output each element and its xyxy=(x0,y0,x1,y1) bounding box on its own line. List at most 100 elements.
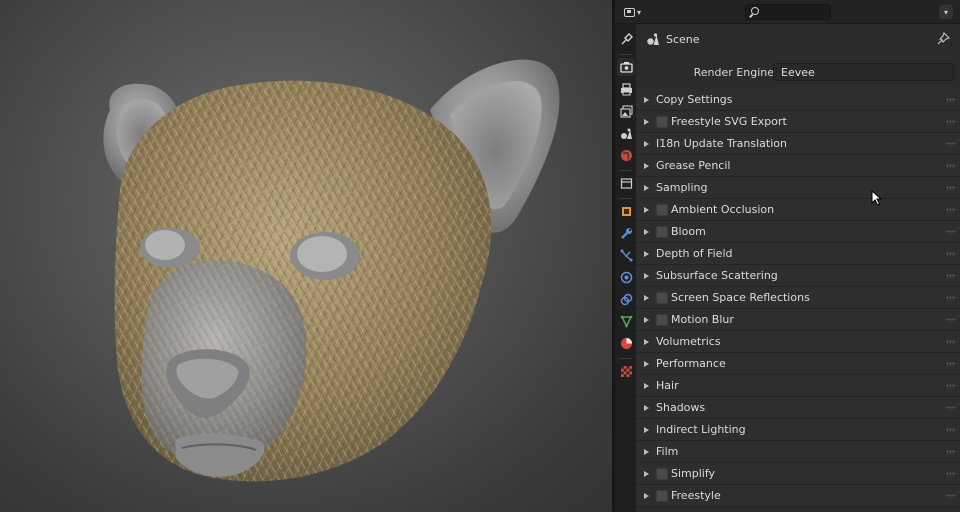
disclosure-triangle-icon[interactable] xyxy=(644,339,649,345)
view-layer-tab[interactable] xyxy=(617,102,635,120)
panel-label: Freestyle xyxy=(671,489,721,502)
drag-grip-icon[interactable] xyxy=(946,120,956,124)
disclosure-triangle-icon[interactable] xyxy=(644,361,649,367)
data-tab[interactable] xyxy=(617,312,635,330)
panel-label: Copy Settings xyxy=(656,93,733,106)
render-engine-select[interactable]: Eevee xyxy=(773,63,954,208)
disclosure-triangle-icon[interactable] xyxy=(644,427,649,433)
panel-header[interactable]: Ambient Occlusion xyxy=(636,199,960,221)
panel-label: Freestyle SVG Export xyxy=(671,115,787,128)
panel-header[interactable]: Sampling xyxy=(636,177,960,199)
disclosure-triangle-icon[interactable] xyxy=(644,471,649,477)
tab-separator xyxy=(619,358,632,359)
drag-grip-icon[interactable] xyxy=(946,428,956,432)
disclosure-triangle-icon[interactable] xyxy=(644,317,649,323)
output-tab[interactable] xyxy=(617,80,635,98)
drag-grip-icon[interactable] xyxy=(946,164,956,168)
panel-enable-checkbox[interactable] xyxy=(656,468,668,480)
panel-header[interactable]: Bloom xyxy=(636,221,960,243)
panel-header[interactable]: Volumetrics xyxy=(636,331,960,353)
panel-enable-checkbox[interactable] xyxy=(656,314,668,326)
drag-grip-icon[interactable] xyxy=(946,318,956,322)
drag-grip-icon[interactable] xyxy=(946,98,956,102)
texture-tab[interactable] xyxy=(617,362,635,380)
drag-grip-icon[interactable] xyxy=(946,472,956,476)
panel-header[interactable]: Hair xyxy=(636,375,960,397)
disclosure-triangle-icon[interactable] xyxy=(644,449,649,455)
panel-label: Grease Pencil xyxy=(656,159,731,172)
disclosure-triangle-icon[interactable] xyxy=(644,207,649,213)
panel-header[interactable]: Screen Space Reflections xyxy=(636,287,960,309)
panel-enable-checkbox[interactable] xyxy=(656,226,668,238)
disclosure-triangle-icon[interactable] xyxy=(644,405,649,411)
panel-header[interactable]: Shadows xyxy=(636,397,960,419)
disclosure-triangle-icon[interactable] xyxy=(644,185,649,191)
drag-grip-icon[interactable] xyxy=(946,296,956,300)
modifiers-tab[interactable] xyxy=(617,224,635,242)
disclosure-triangle-icon[interactable] xyxy=(644,141,649,147)
render-tab[interactable] xyxy=(617,58,635,76)
drag-grip-icon[interactable] xyxy=(946,384,956,388)
collection-tab[interactable] xyxy=(617,174,635,192)
material-tab[interactable] xyxy=(617,334,635,352)
editor-type-dropdown[interactable]: ▾ xyxy=(621,4,647,20)
panel-header[interactable]: Depth of Field xyxy=(636,243,960,265)
options-dropdown-button[interactable]: ▾ xyxy=(939,5,953,19)
drag-grip-icon[interactable] xyxy=(946,362,956,366)
tool-icon xyxy=(621,32,633,44)
3d-viewport[interactable] xyxy=(0,0,612,512)
object-tab[interactable] xyxy=(617,202,635,220)
drag-grip-icon[interactable] xyxy=(946,340,956,344)
panel-header[interactable]: Grease Pencil xyxy=(636,155,960,177)
disclosure-triangle-icon[interactable] xyxy=(644,163,649,169)
panel-enable-checkbox[interactable] xyxy=(656,490,668,502)
drag-grip-icon[interactable] xyxy=(946,274,956,278)
disclosure-triangle-icon[interactable] xyxy=(644,119,649,125)
panel-header[interactable]: Indirect Lighting xyxy=(636,419,960,441)
chevron-down-icon: ▾ xyxy=(637,7,642,17)
constraints-tab[interactable] xyxy=(617,290,635,308)
panel-label: Volumetrics xyxy=(656,335,721,348)
search-input[interactable] xyxy=(764,6,828,18)
disclosure-triangle-icon[interactable] xyxy=(644,97,649,103)
render-engine-row: Render Engine Eevee xyxy=(636,62,960,208)
panel-enable-checkbox[interactable] xyxy=(656,204,668,216)
disclosure-triangle-icon[interactable] xyxy=(644,295,649,301)
drag-grip-icon[interactable] xyxy=(946,252,956,256)
world-tab[interactable] xyxy=(617,146,635,164)
properties-tabs xyxy=(615,24,636,512)
drag-grip-icon[interactable] xyxy=(946,494,956,498)
drag-grip-icon[interactable] xyxy=(946,406,956,410)
drag-grip-icon[interactable] xyxy=(946,208,956,212)
search-field[interactable] xyxy=(745,4,831,20)
drag-grip-icon[interactable] xyxy=(946,186,956,190)
panel-header[interactable]: Film xyxy=(636,441,960,463)
material-icon xyxy=(620,337,632,349)
panel-header[interactable]: Motion Blur xyxy=(636,309,960,331)
panel-header[interactable]: Copy Settings xyxy=(636,89,960,111)
search-icon xyxy=(751,7,759,15)
panel-header[interactable]: I18n Update Translation xyxy=(636,133,960,155)
panel-enable-checkbox[interactable] xyxy=(656,116,668,128)
panel-header[interactable]: Simplify xyxy=(636,463,960,485)
drag-grip-icon[interactable] xyxy=(946,230,956,234)
disclosure-triangle-icon[interactable] xyxy=(644,229,649,235)
disclosure-triangle-icon[interactable] xyxy=(644,251,649,257)
panel-header[interactable]: Freestyle SVG Export xyxy=(636,111,960,133)
drag-grip-icon[interactable] xyxy=(946,450,956,454)
panel-enable-checkbox[interactable] xyxy=(656,292,668,304)
panel-header[interactable]: Subsurface Scattering xyxy=(636,265,960,287)
scene-tab[interactable] xyxy=(617,124,635,142)
scene-icon xyxy=(647,33,659,45)
wrench-icon xyxy=(620,227,632,239)
panel-header[interactable]: Performance xyxy=(636,353,960,375)
disclosure-triangle-icon[interactable] xyxy=(644,493,649,499)
pin-icon[interactable] xyxy=(936,32,950,46)
physics-tab[interactable] xyxy=(617,268,635,286)
particles-tab[interactable] xyxy=(617,246,635,264)
panel-header[interactable]: Freestyle xyxy=(636,485,960,507)
disclosure-triangle-icon[interactable] xyxy=(644,383,649,389)
tool-tab[interactable] xyxy=(617,30,635,48)
disclosure-triangle-icon[interactable] xyxy=(644,273,649,279)
drag-grip-icon[interactable] xyxy=(946,142,956,146)
